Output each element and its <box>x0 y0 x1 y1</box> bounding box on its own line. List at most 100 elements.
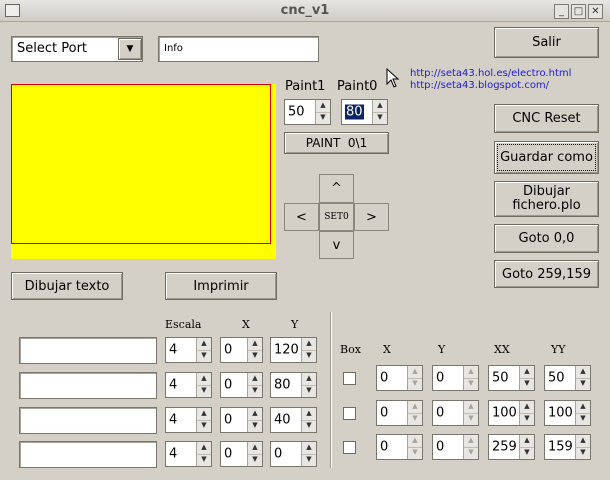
chevron-down-icon[interactable]: ▼ <box>118 38 142 60</box>
spin-down-icon[interactable]: ▼ <box>520 447 534 459</box>
spin-down-icon[interactable]: ▼ <box>520 378 534 390</box>
spin-down-icon[interactable]: ▼ <box>576 378 590 390</box>
spin-down-icon[interactable]: ▼ <box>248 385 262 397</box>
paint-toggle-button[interactable]: PAINT 0\1 <box>284 132 389 154</box>
guardar-como-button[interactable]: Guardar como <box>494 141 599 174</box>
box-yy-spinner[interactable]: 100 ▲ ▼ <box>544 400 591 426</box>
dibujar-texto-button[interactable]: Dibujar texto <box>11 272 123 300</box>
maximize-icon[interactable]: □ <box>571 4 586 19</box>
spin-down-icon[interactable]: ▼ <box>197 420 211 432</box>
spin-down-icon[interactable]: ▼ <box>576 413 590 425</box>
spin-down-icon[interactable]: ▼ <box>464 447 478 459</box>
dibujar-fichero-line1: Dibujar <box>522 184 571 199</box>
spin-down-icon[interactable]: ▼ <box>576 447 590 459</box>
spin-down-icon[interactable]: ▼ <box>316 112 330 124</box>
box-yy-spinner-value: 50 <box>548 370 565 386</box>
box-y-spinner[interactable]: 0 ▲ ▼ <box>432 434 479 460</box>
jog-up-button[interactable]: ^ <box>319 174 354 203</box>
box-yy-spinner[interactable]: 50 ▲ ▼ <box>544 365 591 391</box>
set0-button[interactable]: SET0 <box>319 203 354 231</box>
escala-spinner[interactable]: 4 ▲ ▼ <box>165 372 212 398</box>
spin-down-icon[interactable]: ▼ <box>302 385 316 397</box>
spin-down-icon[interactable]: ▼ <box>464 378 478 390</box>
info-input-value: Info <box>164 43 183 54</box>
cnc-reset-button[interactable]: CNC Reset <box>494 104 599 133</box>
text-y-spinner[interactable]: 80 ▲ ▼ <box>270 372 317 398</box>
box-yy-header: YY <box>551 343 566 356</box>
box-y-spinner[interactable]: 0 ▲ ▼ <box>432 365 479 391</box>
spin-down-icon[interactable]: ▼ <box>373 112 387 124</box>
escala-spinner[interactable]: 4 ▲ ▼ <box>165 407 212 433</box>
link-blogspot[interactable]: http://seta43.blogspot.com/ <box>410 80 549 91</box>
spin-down-icon[interactable]: ▼ <box>408 413 422 425</box>
box-checkbox[interactable] <box>343 407 356 420</box>
paint0-spinner[interactable]: 80 ▲ ▼ <box>341 99 388 125</box>
goto-max-button[interactable]: Goto 259,159 <box>494 260 599 288</box>
text-y-header: Y <box>291 318 299 331</box>
box-x-spinner-value: 0 <box>380 439 389 455</box>
jog-down-button[interactable]: v <box>319 231 354 259</box>
box-y-header: Y <box>438 343 446 356</box>
box-yy-spinner[interactable]: 159 ▲ ▼ <box>544 434 591 460</box>
close-icon[interactable]: ✕ <box>588 4 603 19</box>
box-x-spinner[interactable]: 0 ▲ ▼ <box>376 400 423 426</box>
text-x-spinner[interactable]: 0 ▲ ▼ <box>220 337 263 363</box>
minimize-icon[interactable]: _ <box>554 4 569 19</box>
box-x-spinner[interactable]: 0 ▲ ▼ <box>376 365 423 391</box>
jog-left-button[interactable]: < <box>284 203 319 231</box>
box-y-spinner-value: 0 <box>436 405 445 421</box>
text-x-spinner[interactable]: 0 ▲ ▼ <box>220 372 263 398</box>
text-x-spinner[interactable]: 0 ▲ ▼ <box>220 407 263 433</box>
salir-button[interactable]: Salir <box>494 27 599 58</box>
goto-origin-button[interactable]: Goto 0,0 <box>494 224 599 253</box>
text-input[interactable] <box>19 441 157 468</box>
paint1-label: Paint1 <box>285 79 326 94</box>
box-y-spinner[interactable]: 0 ▲ ▼ <box>432 400 479 426</box>
spin-down-icon[interactable]: ▼ <box>520 413 534 425</box>
spin-down-icon[interactable]: ▼ <box>302 420 316 432</box>
spin-down-icon[interactable]: ▼ <box>408 378 422 390</box>
text-y-spinner-value: 80 <box>274 377 291 393</box>
spin-down-icon[interactable]: ▼ <box>464 413 478 425</box>
spin-down-icon[interactable]: ▼ <box>248 350 262 362</box>
spin-down-icon[interactable]: ▼ <box>302 454 316 466</box>
paint0-value: 80 <box>345 104 364 120</box>
box-xx-header: XX <box>494 343 510 356</box>
spin-down-icon[interactable]: ▼ <box>197 350 211 362</box>
text-x-spinner[interactable]: 0 ▲ ▼ <box>220 441 263 467</box>
spin-down-icon[interactable]: ▼ <box>197 385 211 397</box>
escala-spinner[interactable]: 4 ▲ ▼ <box>165 337 212 363</box>
escala-header: Escala <box>165 318 202 331</box>
paint1-spinner[interactable]: 50 ▲ ▼ <box>284 99 331 125</box>
info-input[interactable]: Info <box>158 36 319 62</box>
box-xx-spinner[interactable]: 259 ▲ ▼ <box>488 434 535 460</box>
escala-spinner[interactable]: 4 ▲ ▼ <box>165 441 212 467</box>
box-checkbox[interactable] <box>343 372 356 385</box>
box-checkbox[interactable] <box>343 441 356 454</box>
drawing-canvas[interactable] <box>11 84 276 259</box>
box-xx-spinner[interactable]: 50 ▲ ▼ <box>488 365 535 391</box>
text-input[interactable] <box>19 372 157 399</box>
text-y-spinner[interactable]: 0 ▲ ▼ <box>270 441 317 467</box>
link-electro[interactable]: http://seta43.hol.es/electro.html <box>410 68 571 79</box>
dibujar-fichero-button[interactable]: Dibujar fichero.plo <box>494 181 599 217</box>
box-x-spinner-value: 0 <box>380 405 389 421</box>
box-xx-spinner[interactable]: 100 ▲ ▼ <box>488 400 535 426</box>
imprimir-button[interactable]: Imprimir <box>165 272 277 300</box>
text-y-spinner-value: 40 <box>274 412 291 428</box>
spin-down-icon[interactable]: ▼ <box>248 454 262 466</box>
spin-down-icon[interactable]: ▼ <box>197 454 211 466</box>
spin-down-icon[interactable]: ▼ <box>302 350 316 362</box>
port-select[interactable]: Select Port ▼ <box>11 36 143 62</box>
port-select-value: Select Port <box>17 41 88 56</box>
text-input[interactable] <box>19 337 157 364</box>
spin-down-icon[interactable]: ▼ <box>248 420 262 432</box>
box-header: Box <box>340 343 361 356</box>
text-input[interactable] <box>19 407 157 434</box>
jog-right-button[interactable]: > <box>354 203 389 231</box>
box-x-spinner[interactable]: 0 ▲ ▼ <box>376 434 423 460</box>
escala-spinner-value: 4 <box>169 377 178 393</box>
text-y-spinner[interactable]: 40 ▲ ▼ <box>270 407 317 433</box>
spin-down-icon[interactable]: ▼ <box>408 447 422 459</box>
text-y-spinner[interactable]: 120 ▲ ▼ <box>270 337 317 363</box>
